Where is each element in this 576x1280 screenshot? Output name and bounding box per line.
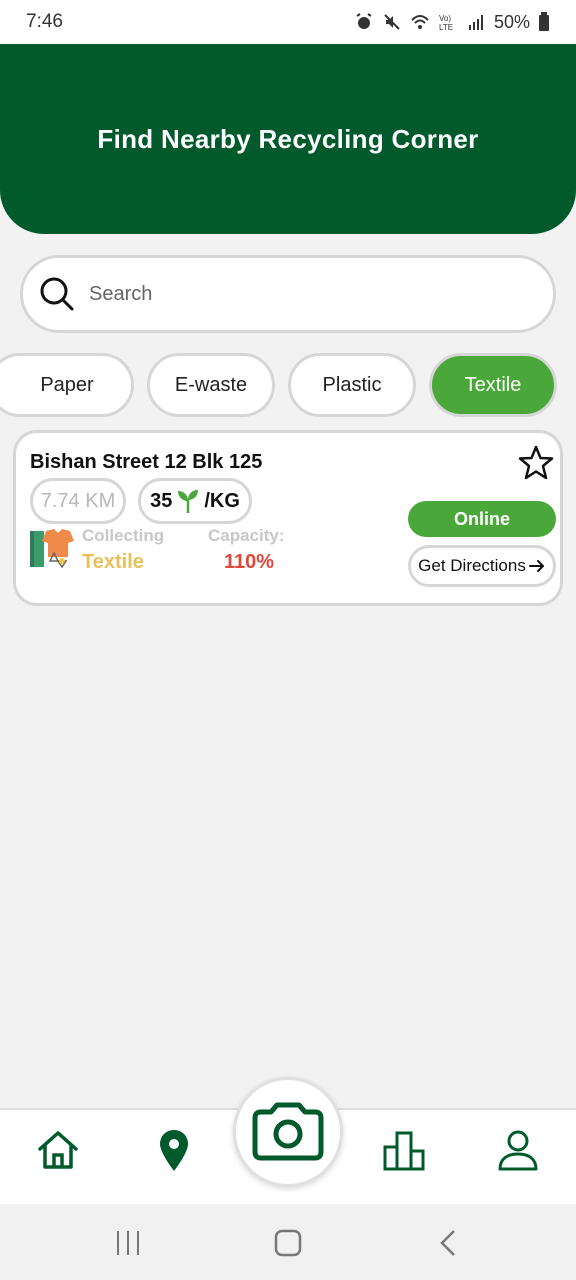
sprout-icon bbox=[178, 490, 199, 513]
capacity-label: Capacity: bbox=[208, 526, 285, 545]
filter-chip-label: Textile bbox=[464, 373, 522, 396]
filter-chip-label: Plastic bbox=[322, 373, 382, 396]
leaderboard-icon bbox=[383, 1131, 425, 1171]
get-directions-label: Get Directions bbox=[418, 556, 526, 575]
points-unit: /KG bbox=[204, 489, 240, 512]
camera-icon bbox=[252, 1102, 324, 1161]
status-right: Vo) LTE 50% bbox=[354, 12, 550, 33]
search-icon bbox=[40, 277, 74, 311]
volte-icon: Vo)LTE bbox=[439, 14, 453, 32]
svg-text:Vo): Vo) bbox=[439, 14, 451, 23]
filter-chip-paper[interactable]: Paper bbox=[0, 353, 134, 417]
back-chevron-icon bbox=[440, 1230, 455, 1256]
nav-map[interactable] bbox=[150, 1126, 198, 1174]
points-badge: 35 /KG bbox=[138, 478, 252, 524]
wifi-icon bbox=[411, 15, 429, 29]
home-square-icon bbox=[274, 1229, 302, 1257]
nav-profile[interactable] bbox=[494, 1126, 542, 1174]
svg-text:LTE: LTE bbox=[439, 23, 453, 32]
nav-home[interactable] bbox=[34, 1126, 82, 1174]
location-title: Bishan Street 12 Blk 125 bbox=[30, 451, 263, 473]
status-label: Online bbox=[453, 508, 510, 529]
signal-icon bbox=[468, 15, 483, 30]
filter-chip-textile[interactable]: Textile bbox=[429, 353, 557, 417]
get-directions-button[interactable]: Get Directions bbox=[408, 545, 556, 587]
search-input[interactable] bbox=[89, 282, 509, 306]
filter-chip-e-waste[interactable]: E-waste bbox=[147, 353, 275, 417]
home-icon bbox=[38, 1131, 78, 1169]
mute-icon bbox=[384, 14, 400, 30]
filter-chip-plastic[interactable]: Plastic bbox=[288, 353, 416, 417]
search-bar[interactable] bbox=[20, 255, 556, 333]
arrow-right-icon bbox=[528, 560, 544, 572]
status-bar: 7:46 Vo) LTE 50% bbox=[0, 0, 576, 44]
home-system-button[interactable] bbox=[268, 1226, 308, 1260]
header: Find Nearby Recycling Corner bbox=[0, 44, 576, 234]
textile-clothes-icon bbox=[30, 529, 74, 569]
status-time: 7:46 bbox=[26, 11, 63, 32]
filter-chip-label: Paper bbox=[40, 373, 94, 396]
distance-value: 7.74 KM bbox=[40, 489, 116, 512]
location-pin-icon bbox=[160, 1130, 188, 1171]
status-icons: Vo) LTE bbox=[354, 12, 486, 32]
camera-scan-button[interactable] bbox=[233, 1077, 343, 1187]
category-filters: Paper E-waste Plastic Textile bbox=[0, 353, 576, 417]
recent-apps-icon bbox=[117, 1231, 139, 1255]
page-title: Find Nearby Recycling Corner bbox=[97, 123, 479, 154]
recent-apps-button[interactable] bbox=[108, 1226, 148, 1260]
system-nav-bar bbox=[0, 1204, 576, 1280]
back-button[interactable] bbox=[430, 1226, 470, 1260]
collecting-label: Collecting bbox=[82, 526, 165, 545]
battery-percent: 50% bbox=[493, 11, 530, 32]
collecting-value: Textile bbox=[82, 551, 144, 573]
distance-badge: 7.74 KM bbox=[30, 478, 126, 524]
star-favorite-icon[interactable] bbox=[516, 443, 556, 483]
alarm-icon bbox=[356, 13, 372, 29]
battery-icon bbox=[539, 12, 549, 31]
filter-chip-label: E-waste bbox=[174, 373, 248, 396]
status-badge: Online bbox=[408, 501, 556, 537]
nav-leaderboard[interactable] bbox=[380, 1126, 428, 1174]
capacity-value: 110% bbox=[224, 551, 275, 573]
profile-icon bbox=[498, 1130, 538, 1171]
location-card[interactable]: Bishan Street 12 Blk 125 7.74 KM 35 /KG … bbox=[13, 430, 563, 606]
points-value: 35 bbox=[150, 489, 173, 512]
